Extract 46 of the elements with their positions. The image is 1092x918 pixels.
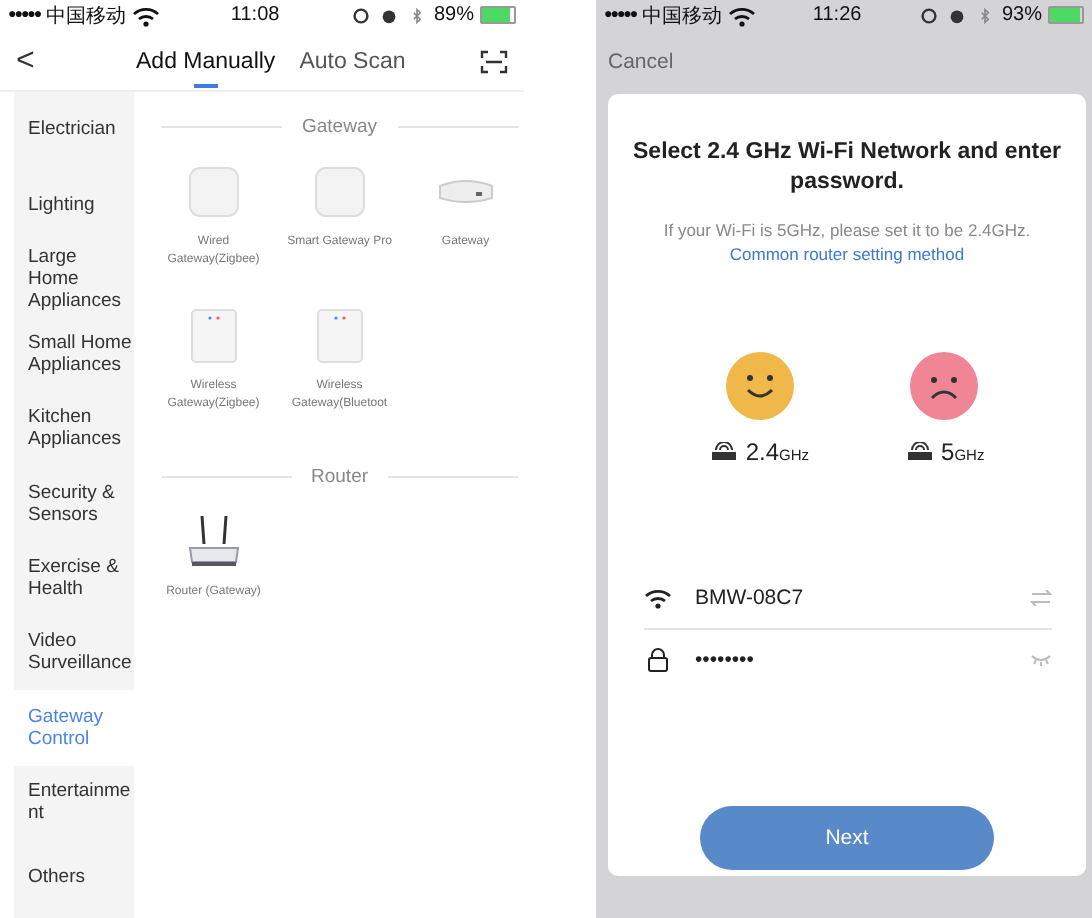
back-button[interactable]: < bbox=[16, 44, 136, 80]
tab[interactable]: Add Manually bbox=[136, 37, 276, 87]
section-title: Gateway bbox=[302, 116, 377, 138]
hint-text: If your Wi-Fi is 5GHz, please set it to be 2.4GHz. bbox=[663, 220, 1031, 240]
sidebar-item[interactable]: Entertainme nt bbox=[14, 765, 134, 840]
wifi-icon bbox=[728, 3, 757, 27]
smiley-face-icon bbox=[725, 352, 794, 420]
sidebar-item[interactable]: Small Home Appliances bbox=[14, 316, 134, 392]
carrier-name: 中国移动 bbox=[642, 3, 723, 29]
sidebar-item[interactable]: Exercise & Health bbox=[14, 540, 134, 616]
dialog-title: Select 2.4 GHz Wi-Fi Network and enter password. bbox=[632, 138, 1062, 198]
status-time: 11:08 bbox=[230, 4, 280, 26]
sidebar-item[interactable]: Lighting bbox=[14, 166, 134, 242]
router-icon bbox=[183, 512, 244, 572]
sidebar-item[interactable]: Video Surveillance bbox=[14, 615, 134, 691]
status-time: 11:26 bbox=[812, 4, 862, 26]
lock-icon bbox=[643, 648, 671, 672]
battery-percent: 89% bbox=[433, 4, 474, 26]
battery-icon bbox=[479, 6, 516, 24]
battery-percent: 93% bbox=[1001, 4, 1042, 26]
closed-eye-icon[interactable] bbox=[1029, 652, 1051, 668]
sidebar-item[interactable]: Electrician bbox=[14, 92, 134, 167]
hub-device-icon bbox=[309, 162, 370, 222]
router-icon bbox=[709, 442, 738, 460]
sidebar-item[interactable]: Gateway Control bbox=[14, 690, 134, 766]
sidebar-item[interactable]: Others bbox=[14, 839, 134, 915]
wifi-icon bbox=[132, 3, 161, 27]
hub-device-icon bbox=[435, 178, 496, 204]
cancel-button[interactable]: Cancel bbox=[596, 30, 1092, 86]
sad-face-icon bbox=[910, 352, 979, 420]
router-icon bbox=[905, 442, 933, 460]
password-field[interactable]: •••••••• bbox=[695, 648, 1005, 672]
switch-arrows-icon[interactable] bbox=[1029, 590, 1051, 606]
battery-icon bbox=[1047, 6, 1084, 24]
tab[interactable]: Auto Scan bbox=[299, 37, 406, 87]
network-field[interactable]: BMW-08C7 bbox=[695, 586, 1005, 610]
router-settings-link[interactable]: Common router setting method bbox=[729, 244, 965, 264]
sidebar-item[interactable]: Kitchen Appliances bbox=[14, 391, 134, 466]
sidebar-item[interactable]: Security & Sensors bbox=[14, 465, 134, 541]
section-title: Router bbox=[311, 466, 369, 488]
hub-device-icon bbox=[183, 162, 244, 222]
scan-icon[interactable] bbox=[480, 50, 508, 74]
carrier-name: 中国移动 bbox=[46, 3, 127, 29]
next-button[interactable]: Next bbox=[700, 806, 994, 870]
wifi-icon bbox=[643, 586, 671, 610]
sidebar-item[interactable]: Large Home Appliances bbox=[14, 241, 134, 317]
